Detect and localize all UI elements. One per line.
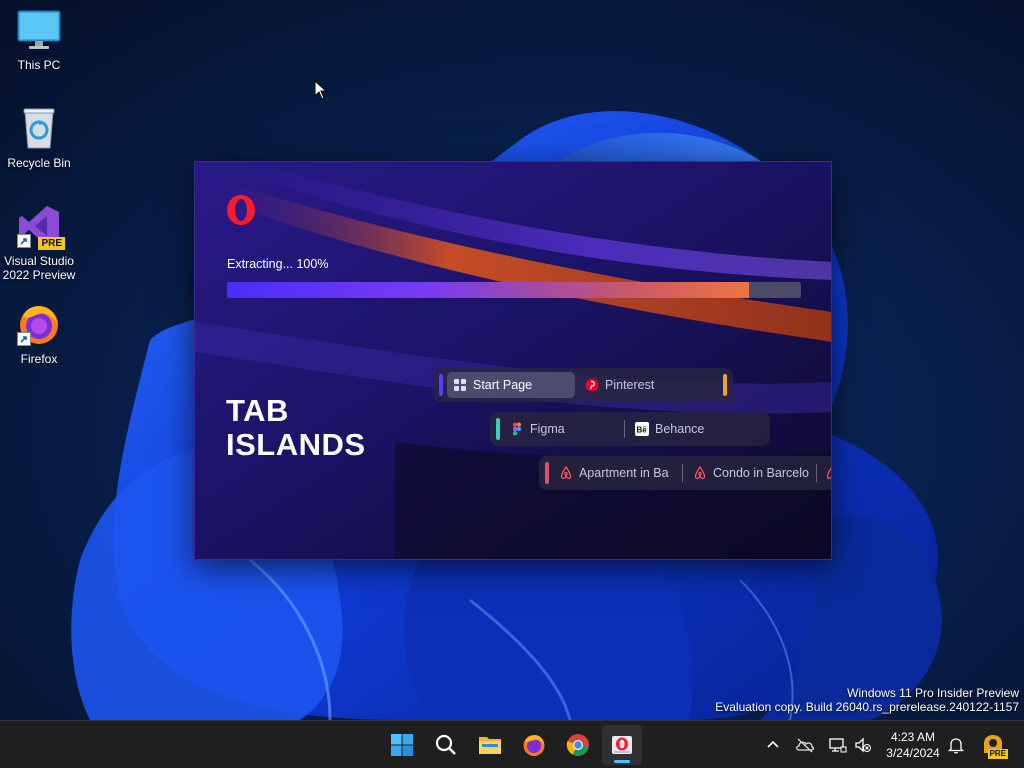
network-icon[interactable]	[827, 735, 847, 755]
airbnb-icon	[560, 466, 572, 480]
mouse-cursor-icon	[314, 80, 328, 100]
volume-muted-icon[interactable]	[853, 735, 873, 755]
watermark-line-1: Windows 11 Pro Insider Preview	[847, 686, 1019, 700]
opera-installer-icon	[612, 736, 632, 754]
grid-icon	[454, 379, 466, 391]
notification-bell-icon[interactable]	[946, 735, 966, 755]
tab-label: Figma	[530, 422, 565, 436]
island-accent-bar	[439, 374, 443, 396]
chevron-up-icon[interactable]	[763, 735, 783, 755]
extracting-status-text: Extracting... 100%	[227, 257, 329, 271]
tab-start-page[interactable]: Start Page	[447, 372, 575, 398]
insider-pre-badge: PRE	[987, 749, 1008, 759]
desktop-icon-this-pc[interactable]: This PC	[2, 8, 76, 72]
tab-islands-headline: TAB ISLANDS	[226, 394, 366, 462]
tab-label: Apartment in Ba	[578, 466, 669, 480]
file-explorer-button[interactable]	[470, 725, 510, 765]
start-icon	[391, 734, 413, 756]
monitor-icon	[17, 8, 61, 52]
taskbar: 4:23 AM 3/24/2024 PRE	[0, 720, 1024, 768]
headline-line-1: TAB	[226, 393, 289, 428]
desktop-icon-label: Visual Studio 2022 Preview	[2, 254, 76, 282]
tab-island-2: Figma Bē Behance	[490, 412, 770, 446]
tab-label: Start Page	[473, 378, 533, 392]
headline-line-2: ISLANDS	[226, 427, 366, 462]
tab-condo[interactable]: Condo in Barcelo	[687, 460, 816, 486]
desktop-icon-label: Recycle Bin	[7, 156, 71, 170]
pre-badge: PRE	[38, 237, 65, 250]
tab-pinterest[interactable]: Pinterest	[579, 372, 709, 398]
desktop-icon-label: This PC	[17, 58, 61, 72]
active-app-indicator	[614, 760, 630, 763]
search-icon	[435, 734, 456, 755]
tab-figma[interactable]: Figma	[504, 416, 624, 442]
firefox-icon	[523, 735, 545, 756]
tab-behance[interactable]: Bē Behance	[629, 416, 757, 442]
chrome-taskbar-button[interactable]	[558, 725, 598, 765]
tab-separator	[816, 464, 818, 482]
tab-label: Behance	[655, 422, 705, 436]
shortcut-arrow-icon	[17, 234, 31, 248]
taskbar-clock[interactable]: 4:23 AM 3/24/2024	[878, 729, 948, 761]
progress-fill	[227, 282, 750, 298]
visual-studio-icon: PRE	[17, 204, 65, 250]
tab-apartment[interactable]: Apartment in Ba	[553, 460, 682, 486]
installer-background	[195, 162, 831, 559]
svg-text:Bē: Bē	[637, 426, 648, 435]
clock-time: 4:23 AM	[890, 730, 936, 744]
shortcut-arrow-icon	[17, 332, 31, 346]
tab-label: Pinterest	[605, 378, 655, 392]
file-explorer-icon	[479, 737, 501, 754]
clock-date: 3/24/2024	[886, 746, 940, 760]
recycle-bin-icon	[17, 106, 61, 150]
tab-label: Condo in Barcelo	[713, 466, 809, 480]
opera-installer-window: Extracting... 100% TAB ISLANDS Start Pag…	[194, 161, 832, 560]
opera-logo-icon	[227, 195, 255, 225]
onedrive-offline-icon[interactable]	[795, 735, 815, 755]
figma-icon	[513, 422, 521, 436]
tab-island-3: Apartment in Ba Condo in Barcelo	[539, 456, 831, 490]
desktop-icon-label: Firefox	[20, 352, 58, 366]
start-button[interactable]	[382, 725, 422, 765]
tab-separator	[682, 464, 684, 482]
opera-installer-taskbar-button[interactable]	[602, 725, 642, 765]
island-end-accent-bar	[723, 374, 727, 396]
airbnb-icon	[826, 467, 831, 479]
firefox-taskbar-button[interactable]	[514, 725, 554, 765]
desktop-icon-visual-studio[interactable]: PRE Visual Studio 2022 Preview	[2, 204, 76, 282]
desktop-icon-recycle-bin[interactable]: Recycle Bin	[2, 106, 76, 170]
extraction-progress-bar	[227, 282, 801, 298]
firefox-icon	[17, 302, 61, 346]
island-accent-bar	[545, 462, 549, 484]
tab-separator	[624, 420, 625, 438]
tab-island-1: Start Page Pinterest	[433, 368, 733, 402]
pinterest-icon	[585, 378, 599, 392]
watermark-line-2: Evaluation copy. Build 26040.rs_prerelea…	[715, 700, 1019, 714]
chrome-icon	[566, 734, 589, 756]
windows-evaluation-watermark: Windows 11 Pro Insider Preview Evaluatio…	[715, 686, 1019, 714]
desktop-icon-firefox[interactable]: Firefox	[2, 302, 76, 366]
search-button[interactable]	[426, 725, 466, 765]
island-accent-bar	[496, 418, 500, 440]
airbnb-icon	[694, 466, 706, 480]
insider-pre-button[interactable]: PRE	[980, 733, 1008, 759]
behance-icon: Bē	[635, 422, 649, 436]
